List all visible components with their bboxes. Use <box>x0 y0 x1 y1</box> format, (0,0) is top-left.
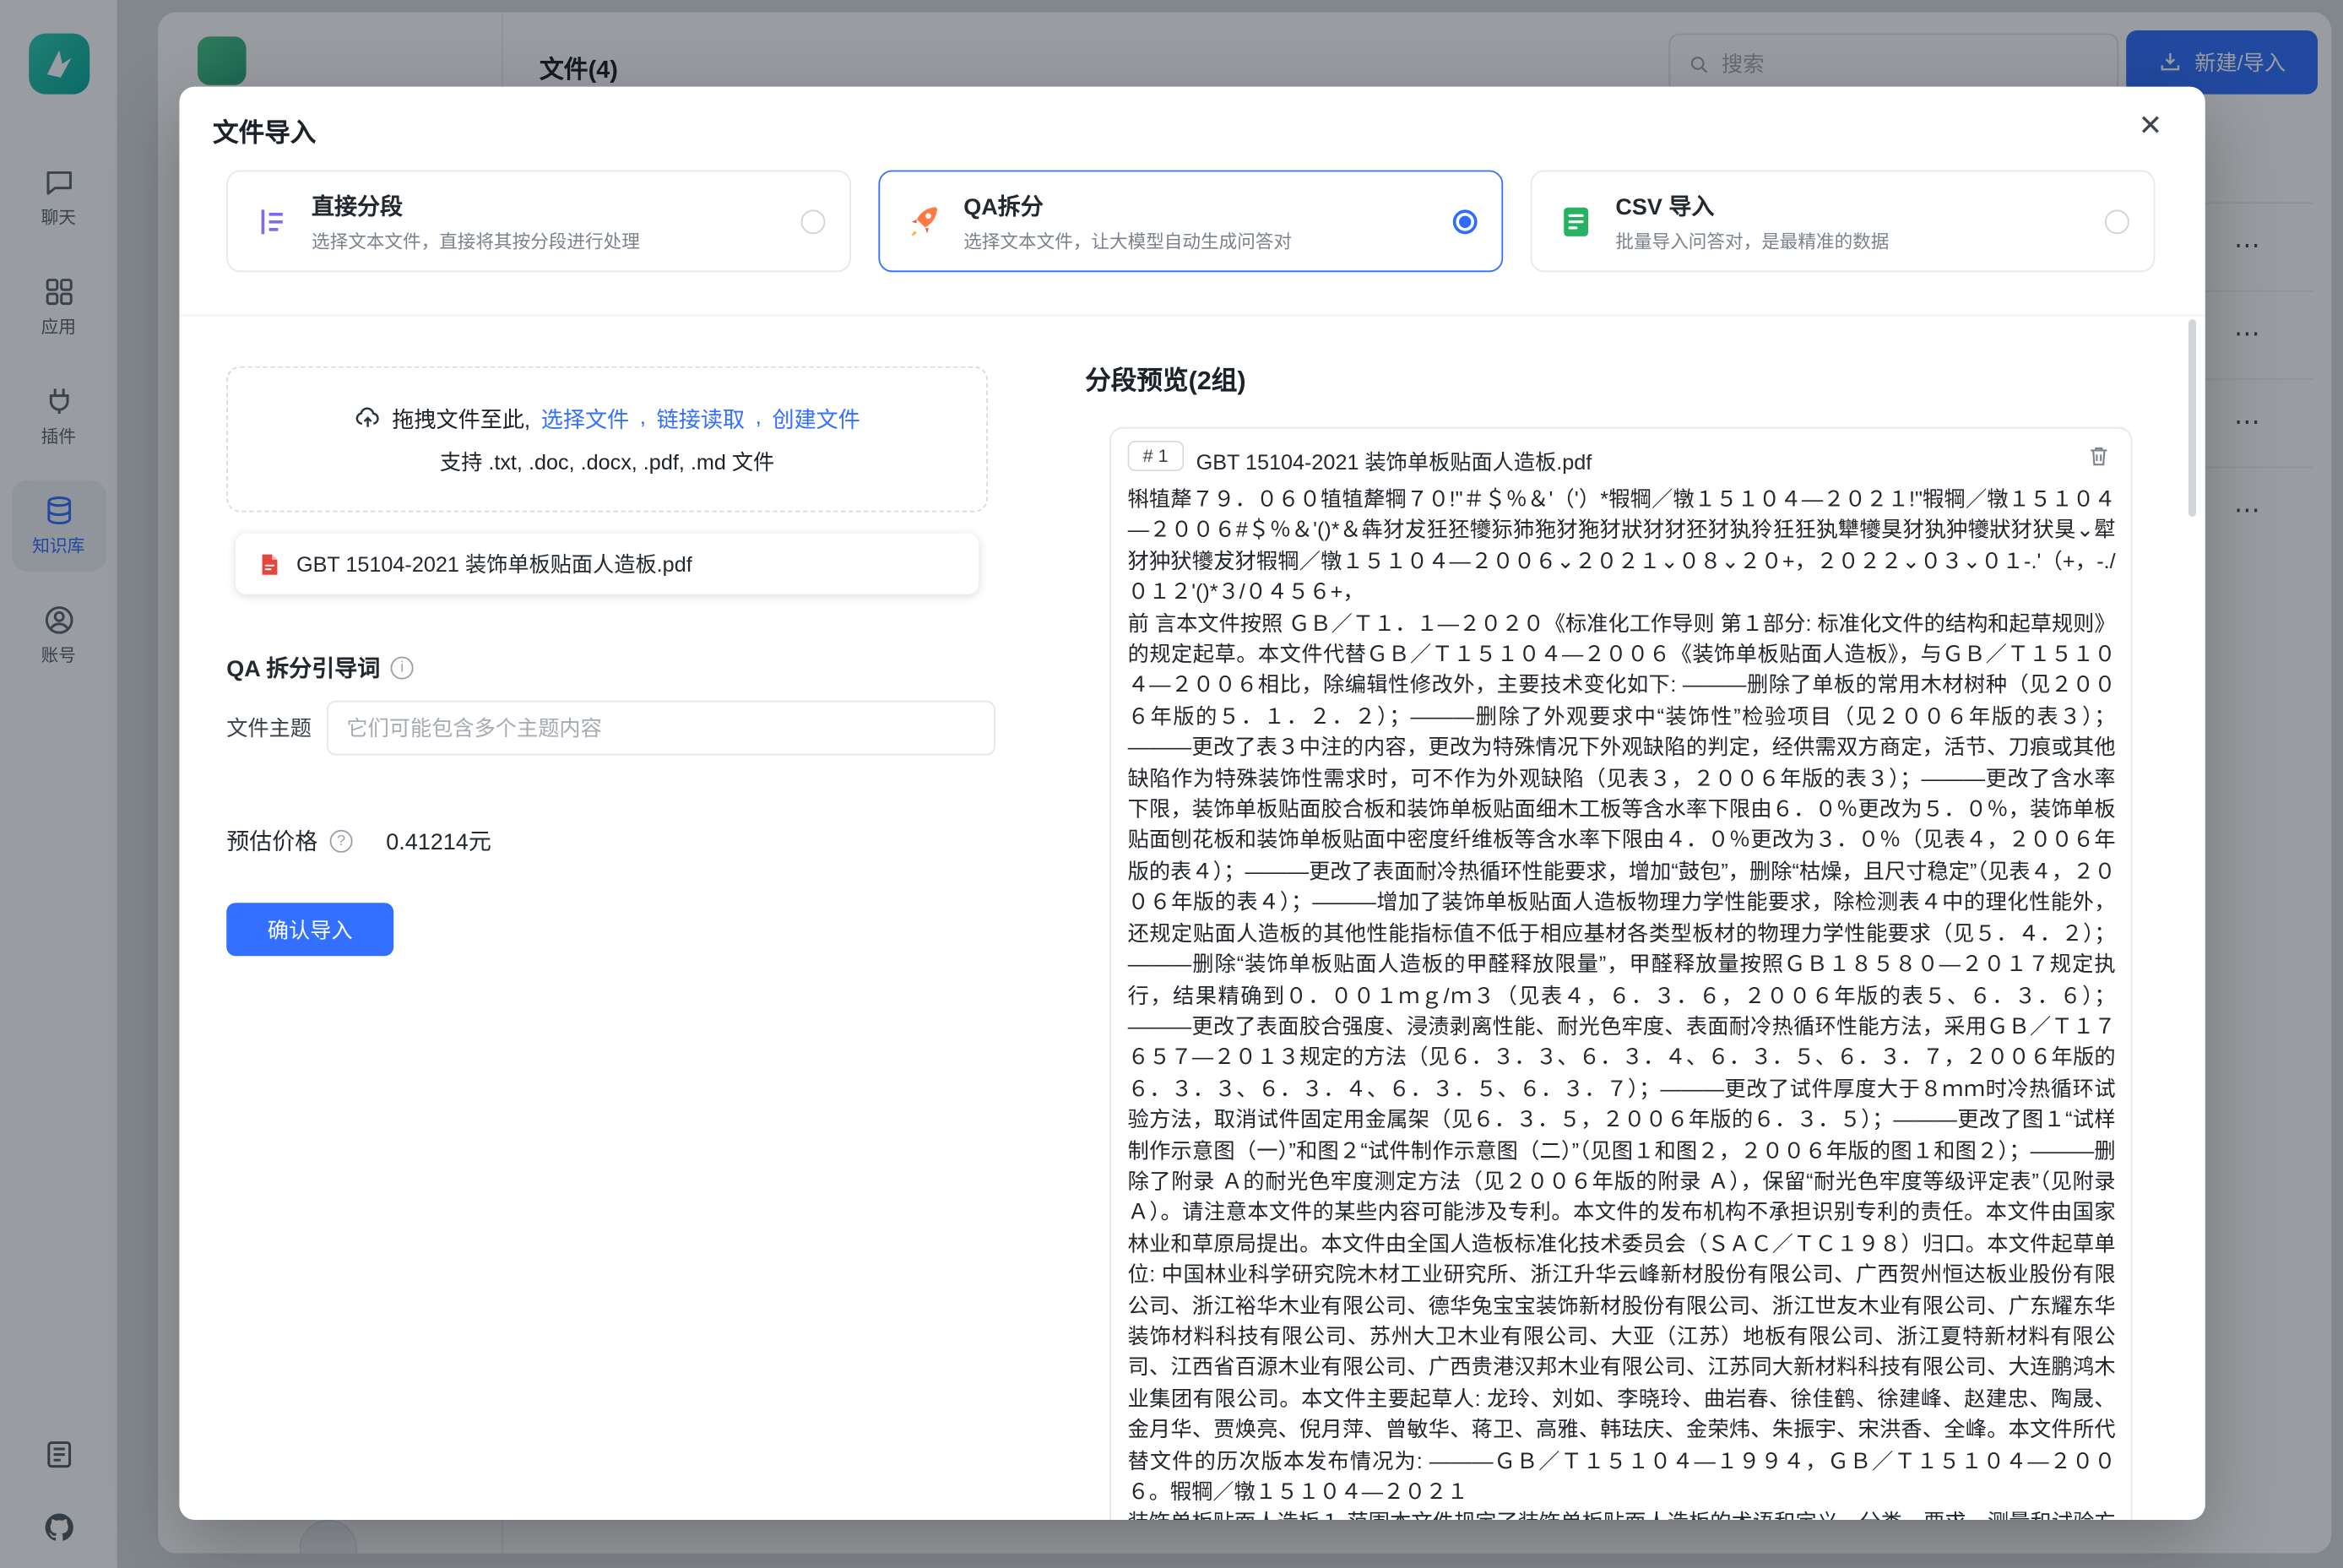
option-title: QA拆分 <box>963 189 1292 221</box>
chunk-index-badge: # 1 <box>1128 441 1184 471</box>
upload-cloud-icon <box>354 404 381 431</box>
price-row: 预估价格 ? 0.41214元 <box>226 825 491 857</box>
option-desc: 选择文本文件，直接将其按分段进行处理 <box>312 227 640 253</box>
link-separator: , <box>756 406 762 431</box>
preview-chunk-card: # 1 GBT 15104-2021 装饰单板贴面人造板.pdf 犐犆犛７９．０… <box>1109 427 2132 1520</box>
preview-heading: 分段预览(2组) <box>1085 359 1245 397</box>
modal-title: 文件导入 <box>213 111 316 149</box>
option-title: 直接分段 <box>312 189 640 221</box>
price-value: 0.41214元 <box>386 825 491 857</box>
topic-label: 文件主题 <box>226 713 312 743</box>
chunk-text[interactable]: 犐犆犛７９．０６０犆犆犛犅７０!"＃＄％＆'（'）*犌犅／犜１５１０４—２０２１… <box>1128 483 2116 1520</box>
modal-scrollbar[interactable] <box>2188 319 2196 517</box>
info-icon[interactable]: i <box>391 657 414 680</box>
radio-direct-segment[interactable] <box>801 209 826 234</box>
file-import-modal: 文件导入 ✕ 直接分段 选择文本文件，直接将其按分段进行处理 <box>179 87 2205 1520</box>
qa-guide-row: QA 拆分引导词 i <box>226 652 414 684</box>
file-drop-area[interactable]: 拖拽文件至此, 选择文件, 链接读取, 创建文件 支持 .txt, .doc, … <box>226 366 988 513</box>
pdf-icon <box>257 551 283 578</box>
close-icon[interactable]: ✕ <box>2129 105 2172 147</box>
uploaded-file-item[interactable]: GBT 15104-2021 装饰单板贴面人造板.pdf <box>236 534 979 594</box>
link-read-link[interactable]: 链接读取 <box>657 402 745 434</box>
create-file-link[interactable]: 创建文件 <box>772 402 860 434</box>
uploaded-file-name: GBT 15104-2021 装饰单板贴面人造板.pdf <box>296 549 692 579</box>
help-icon[interactable]: ? <box>330 830 353 853</box>
rocket-icon <box>904 202 944 241</box>
csv-icon <box>1556 202 1596 241</box>
select-file-link[interactable]: 选择文件 <box>541 402 629 434</box>
chunk-file-title: GBT 15104-2021 装饰单板贴面人造板.pdf <box>1196 447 1592 477</box>
qa-guide-label: QA 拆分引导词 <box>226 652 380 684</box>
import-mode-options: 直接分段 选择文本文件，直接将其按分段进行处理 QA拆分 选择文本文件， <box>226 171 2155 273</box>
supported-formats-text: 支持 .txt, .doc, .docx, .pdf, .md 文件 <box>440 446 774 476</box>
topic-input[interactable] <box>327 701 995 756</box>
option-csv-import[interactable]: CSV 导入 批量导入问答对，是最精准的数据 <box>1531 171 2156 273</box>
option-desc: 批量导入问答对，是最精准的数据 <box>1615 227 1889 253</box>
radio-qa-split[interactable] <box>1453 209 1478 234</box>
modal-divider <box>179 315 2205 317</box>
confirm-import-button[interactable]: 确认导入 <box>226 903 393 956</box>
option-title: CSV 导入 <box>1615 189 1889 221</box>
segment-icon <box>252 202 292 241</box>
option-direct-segment[interactable]: 直接分段 选择文本文件，直接将其按分段进行处理 <box>226 171 851 273</box>
option-desc: 选择文本文件，让大模型自动生成问答对 <box>963 227 1292 253</box>
drag-hint-text: 拖拽文件至此, <box>392 402 530 434</box>
screen: 聊天 应用 插件 知识库 <box>0 0 2343 1568</box>
radio-csv-import[interactable] <box>2105 209 2129 234</box>
topic-row: 文件主题 <box>226 701 995 756</box>
link-separator: , <box>640 406 646 431</box>
delete-chunk-icon[interactable] <box>2086 444 2111 469</box>
option-qa-split[interactable]: QA拆分 选择文本文件，让大模型自动生成问答对 <box>878 171 1503 273</box>
price-label: 预估价格 <box>226 825 317 857</box>
